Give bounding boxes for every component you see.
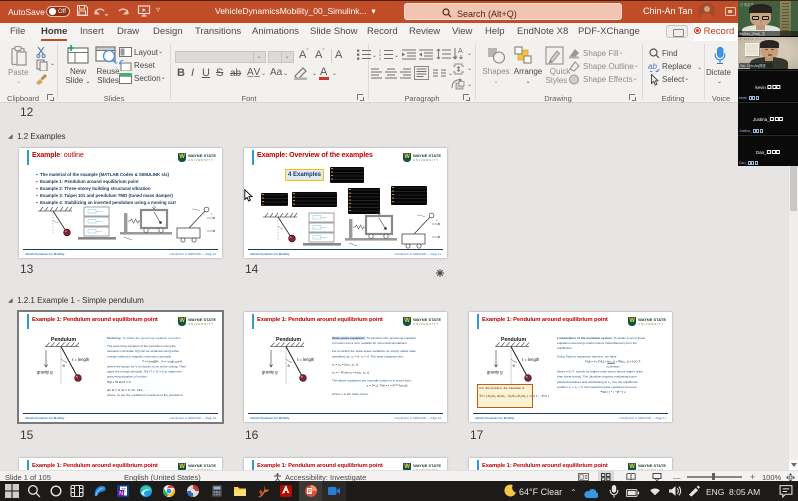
svg-text:A: A	[458, 48, 463, 55]
svg-text:x: x	[211, 212, 213, 216]
svg-text:Pendulum: Pendulum	[51, 337, 76, 343]
svg-text:N: N	[119, 491, 123, 497]
svg-text:Pendulum: Pendulum	[501, 337, 526, 343]
svg-text:gravity g: gravity g	[37, 370, 53, 375]
svg-text:ℓ = length: ℓ = length	[72, 357, 90, 362]
svg-text:ab: ab	[648, 62, 657, 71]
svg-text:x: x	[436, 218, 438, 222]
svg-text:3: 3	[379, 57, 381, 61]
svg-text:θ: θ	[63, 363, 66, 368]
svg-text:gravity g: gravity g	[262, 370, 278, 375]
svg-text:P: P	[308, 489, 312, 495]
svg-text:gravity g: gravity g	[487, 370, 503, 375]
svg-text:θ: θ	[513, 363, 516, 368]
svg-text:ℓ = length: ℓ = length	[522, 357, 540, 362]
svg-text:Pendulum: Pendulum	[276, 337, 301, 343]
svg-text:ℓ = length: ℓ = length	[297, 357, 315, 362]
svg-text:θ: θ	[288, 363, 291, 368]
